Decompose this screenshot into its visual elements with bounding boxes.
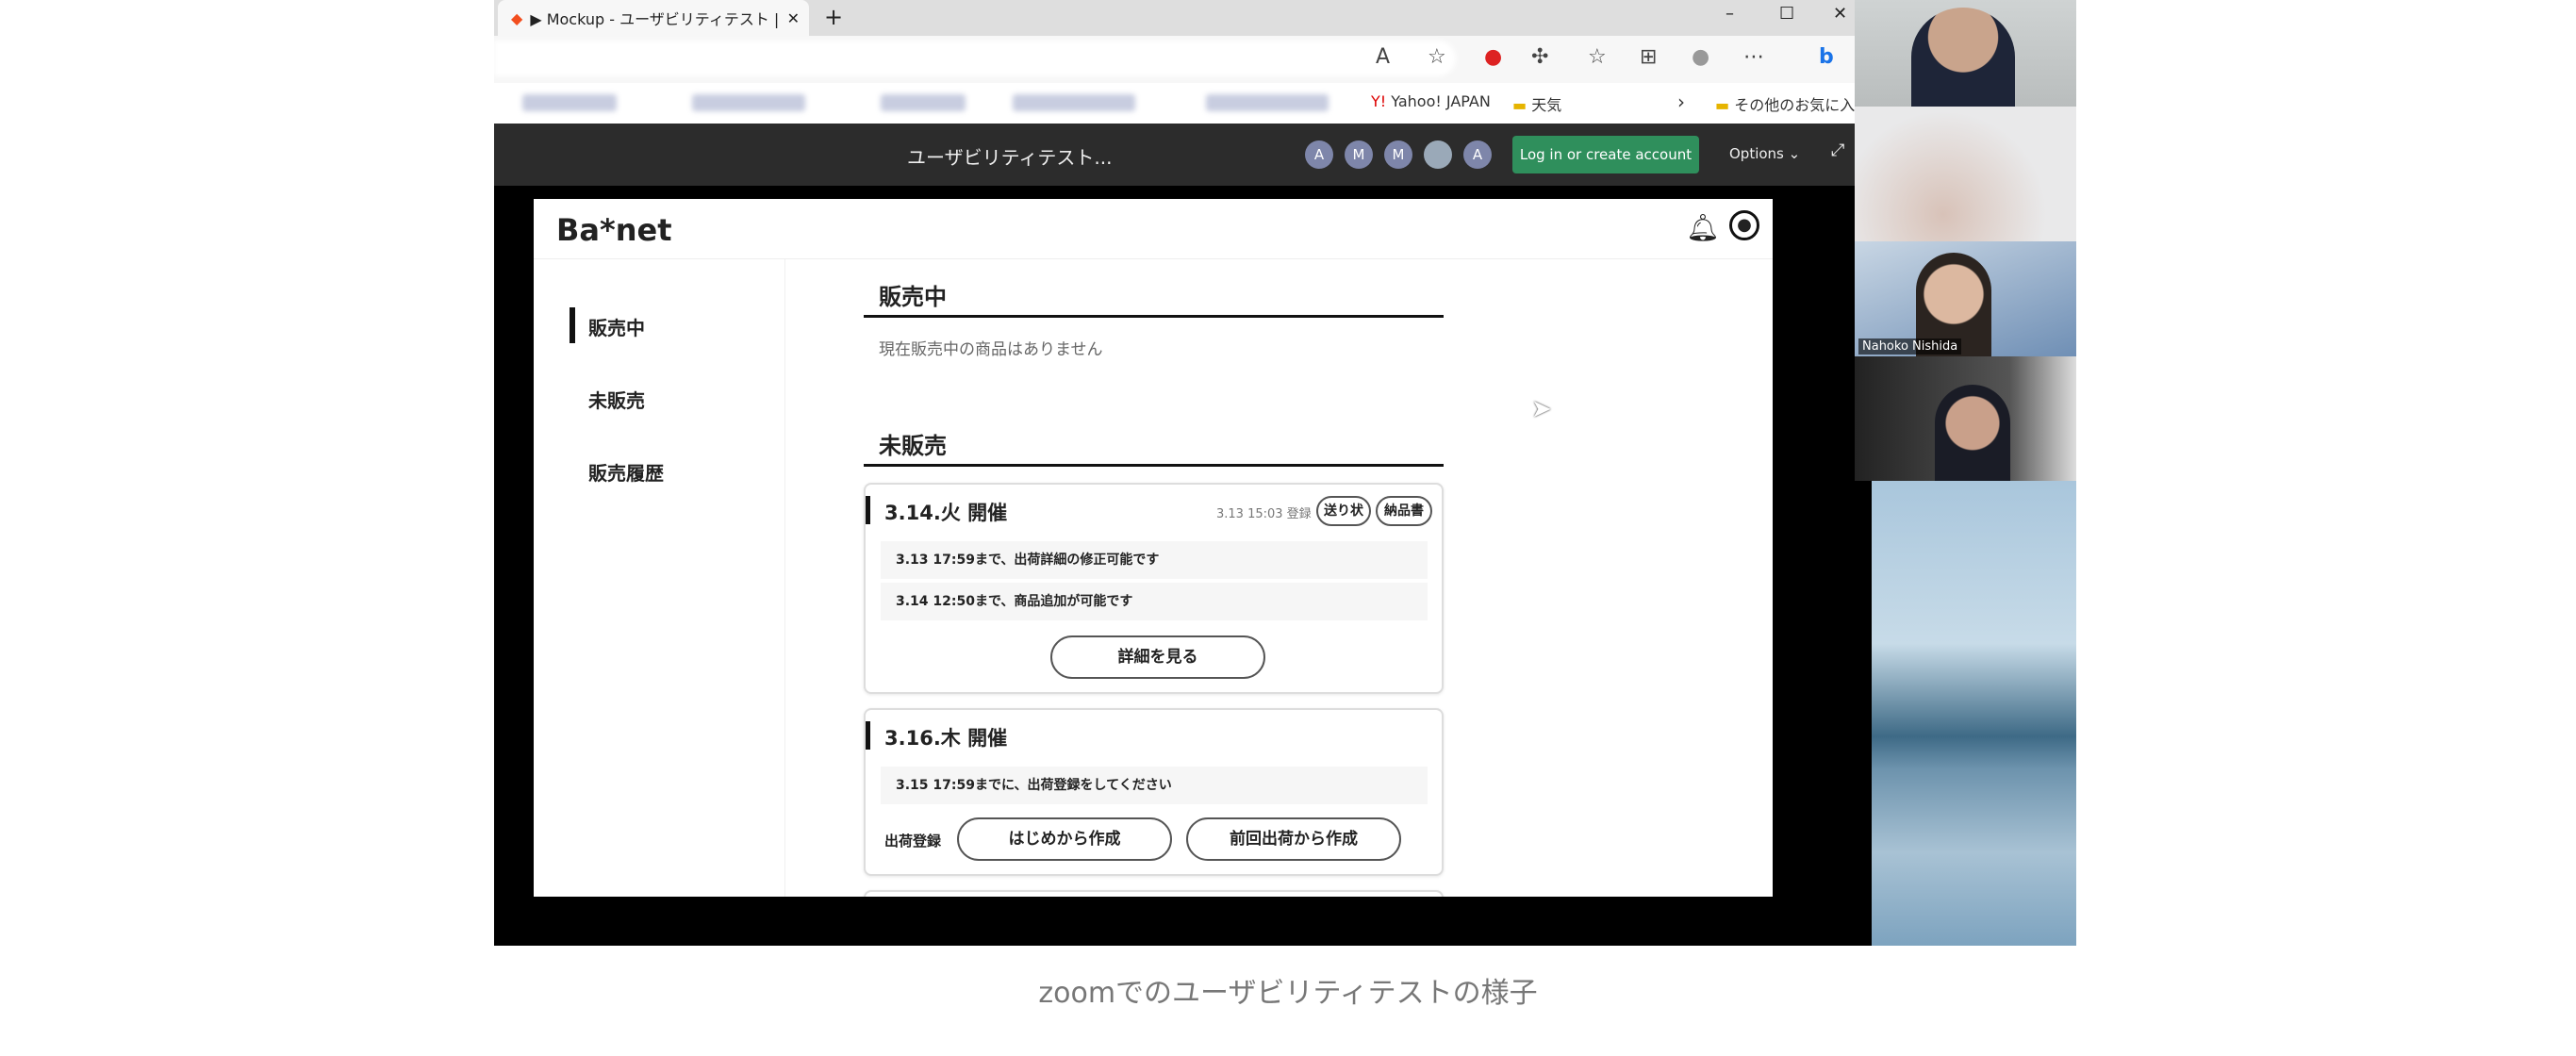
participant-silhouette (1911, 8, 2015, 107)
avatar[interactable] (1424, 140, 1452, 169)
notice: 3.15 17:59までに、出荷登録をしてください (881, 767, 1428, 804)
bookmark-label: 天気 (1531, 96, 1562, 114)
folder-icon: ▬ (1715, 96, 1730, 114)
bookmark-other[interactable]: ▬ その他のお気に入り (1715, 92, 1870, 115)
bing-icon[interactable]: b (1819, 45, 1834, 69)
event-card: 3.14.火 開催 3.13 15:03 登録 送り状 納品書 3.13 17:… (864, 483, 1444, 694)
event-card: 3.16.木 開催 3.15 17:59までに、出荷登録をしてください 出荷登録… (864, 708, 1444, 876)
title-bar (866, 496, 870, 524)
options-menu[interactable]: Options ⌄ (1729, 145, 1800, 162)
sidebar: 販売中 未販売 販売履歴 (534, 259, 785, 897)
minimize-button[interactable]: – (1726, 4, 1734, 24)
divider (864, 464, 1444, 467)
url-field[interactable] (494, 41, 1456, 76)
participant-silhouette (1935, 385, 2010, 481)
new-tab-button[interactable]: + (824, 4, 843, 30)
invoice-button[interactable]: 送り状 (1316, 496, 1371, 526)
close-tab-icon[interactable]: ✕ (787, 9, 800, 27)
empty-message: 現在販売中の商品はありません (879, 340, 1103, 359)
title-bar (866, 721, 870, 750)
collections-icon[interactable]: ⊞ (1640, 45, 1657, 69)
participant-video (1855, 0, 2076, 107)
sidebar-item-unsold[interactable]: 未販売 (588, 386, 645, 413)
create-from-previous-button[interactable]: 前回出荷から作成 (1186, 817, 1401, 861)
video-gallery: Nahoko Nishida (1855, 0, 2076, 946)
figma-toolbar: ユーザビリティテスト... A M M A Log in or create a… (494, 124, 1855, 186)
bookmark-yahoo[interactable]: Y! Yahoo! JAPAN (1371, 92, 1491, 110)
avatar[interactable]: M (1384, 140, 1412, 169)
fullscreen-icon[interactable]: ⤢ (1831, 140, 1844, 160)
tab-bar: ◆ ▶ Mockup - ユーザビリティテスト | ✕ + – ☐ ✕ (494, 0, 1855, 36)
notice: 3.14 12:50まで、商品追加が可能です (881, 583, 1428, 620)
read-aloud-icon[interactable]: A (1376, 45, 1390, 69)
close-window-button[interactable]: ✕ (1833, 4, 1847, 24)
registered-time: 3.13 15:03 登録 (1216, 507, 1312, 521)
divider (864, 315, 1444, 318)
yahoo-icon: Y! (1371, 92, 1387, 110)
extensions-icon[interactable]: ✣ (1531, 45, 1548, 69)
browser-tab[interactable]: ◆ ▶ Mockup - ユーザビリティテスト | ✕ (498, 0, 809, 36)
avatar[interactable]: A (1305, 140, 1333, 169)
sidebar-item-history[interactable]: 販売履歴 (588, 458, 664, 486)
chevron-right-icon[interactable]: › (1677, 91, 1685, 113)
prototype-frame: Ba*net 🔔︎ ● 販売中 未販売 販売履歴 販売中 現在販売中の商品はあり… (534, 199, 1773, 897)
mouse-cursor-icon: ➤ (1531, 395, 1552, 423)
bell-icon[interactable]: 🔔︎ (1686, 212, 1720, 243)
logo: Ba*net (556, 212, 672, 248)
avatar[interactable]: A (1463, 140, 1492, 169)
address-row: A ☆ ● ✣ ☆ ⊞ ● ⋯ b (494, 36, 1855, 83)
more-icon[interactable]: ⋯ (1743, 45, 1764, 69)
app-header: Ba*net 🔔︎ ● (534, 199, 1773, 259)
section-title-unsold: 未販売 (879, 433, 947, 459)
file-title: ユーザビリティテスト... (907, 146, 1113, 169)
participant-name: Nahoko Nishida (1858, 338, 1962, 355)
login-button[interactable]: Log in or create account (1512, 136, 1699, 173)
card-title: 3.16.木 開催 (884, 727, 1008, 750)
tab-title: ▶ Mockup - ユーザビリティテスト | (530, 10, 780, 28)
create-new-button[interactable]: はじめから作成 (957, 817, 1172, 861)
maximize-button[interactable]: ☐ (1779, 4, 1794, 24)
section-title-selling: 販売中 (879, 284, 947, 310)
caption: zoomでのユーザビリティテストの様子 (1038, 977, 1538, 1010)
delivery-note-button[interactable]: 納品書 (1376, 496, 1432, 526)
participant-video-background (1872, 481, 2076, 946)
bookmark-weather[interactable]: ▬ 天気 (1512, 92, 1561, 115)
avatar[interactable]: M (1345, 140, 1373, 169)
bookmarks-bar: Y! Yahoo! JAPAN ▬ 天気 › ▬ その他のお気に入り (494, 83, 1870, 124)
shipment-label: 出荷登録 (884, 833, 942, 850)
favorites-icon[interactable]: ☆ (1588, 45, 1607, 69)
notice: 3.13 17:59まで、出荷詳細の修正可能です (881, 541, 1428, 579)
participant-video (1855, 356, 2076, 481)
event-card (864, 890, 1444, 897)
active-indicator (570, 307, 575, 343)
extension-icon[interactable]: ● (1484, 45, 1502, 69)
view-details-button[interactable]: 詳細を見る (1050, 635, 1265, 679)
sidebar-item-selling[interactable]: 販売中 (588, 313, 645, 340)
folder-icon: ▬ (1512, 96, 1527, 114)
bookmark-label: Yahoo! JAPAN (1391, 92, 1491, 110)
figma-icon: ◆ (511, 8, 523, 27)
browser-window: ◆ ▶ Mockup - ユーザビリティテスト | ✕ + – ☐ ✕ A ☆ … (494, 0, 1870, 946)
card-title: 3.14.火 開催 (884, 502, 1008, 524)
participant-video (1855, 107, 2076, 241)
favorite-star-icon[interactable]: ☆ (1428, 45, 1446, 69)
bookmark-label: その他のお気に入り (1734, 96, 1871, 114)
profile-icon[interactable]: ● (1692, 45, 1709, 69)
participant-video: Nahoko Nishida (1855, 241, 2076, 356)
account-icon[interactable]: ● (1729, 210, 1759, 240)
